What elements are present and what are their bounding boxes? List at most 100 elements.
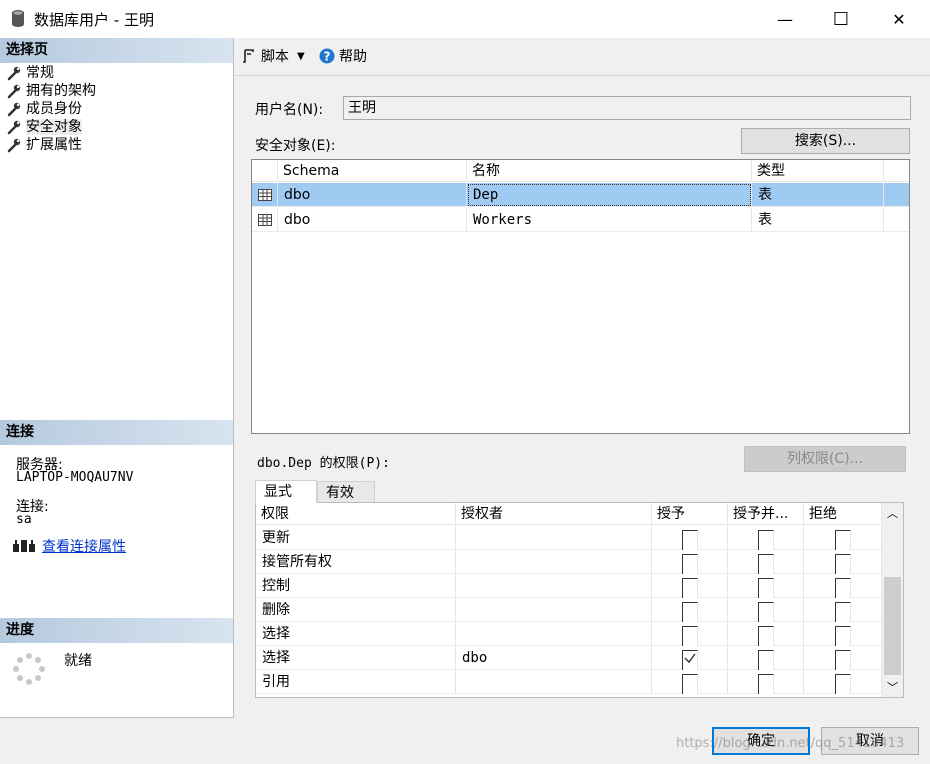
deny-checkbox[interactable] bbox=[834, 530, 851, 550]
chevron-down-icon: ▼ bbox=[297, 50, 305, 62]
page-item-general[interactable]: 常规 bbox=[6, 64, 54, 82]
with-grant-checkbox[interactable] bbox=[757, 530, 774, 550]
grant-checkbox[interactable] bbox=[681, 554, 698, 574]
server-value: LAPTOP-MOQAU7NV bbox=[16, 470, 134, 485]
page-item-label: 拥有的架构 bbox=[26, 83, 96, 99]
permissions-label: dbo.Dep 的权限(P): bbox=[257, 452, 390, 471]
script-button[interactable]: 脚本 ▼ bbox=[241, 46, 305, 66]
permission-row[interactable]: 接管所有权 bbox=[256, 550, 882, 574]
scroll-down-icon[interactable]: ﹀ bbox=[887, 679, 898, 695]
page-item-label: 安全对象 bbox=[26, 119, 82, 135]
cancel-button[interactable]: 取消 bbox=[821, 727, 919, 755]
minimize-button[interactable]: — bbox=[756, 0, 814, 38]
minimize-icon: — bbox=[777, 9, 793, 29]
cell-grant-checkbox bbox=[652, 550, 728, 574]
cell-deny-checkbox bbox=[804, 622, 882, 646]
cell-grantor bbox=[456, 622, 652, 646]
cell-grant-checkbox bbox=[652, 574, 728, 598]
permissions-header: 权限 授权者 授予 授予并... 拒绝 bbox=[256, 503, 882, 525]
search-button[interactable]: 搜索(S)... bbox=[741, 128, 910, 154]
vertical-scrollbar[interactable]: ︿ ﹀ bbox=[882, 503, 903, 697]
wrench-icon bbox=[7, 66, 21, 81]
script-icon bbox=[243, 49, 254, 63]
wrench-icon bbox=[7, 102, 21, 117]
page-item-owned-schemas[interactable]: 拥有的架构 bbox=[6, 82, 96, 100]
grant-checkbox[interactable] bbox=[681, 650, 698, 670]
securables-grid: Schema 名称 类型 dbo Dep 表 dbo Workers 表 bbox=[251, 159, 910, 434]
permission-row[interactable]: 引用 bbox=[256, 670, 882, 694]
view-connection-properties-link[interactable]: 查看连接属性 bbox=[42, 536, 126, 556]
page-item-label: 成员身份 bbox=[26, 101, 82, 117]
column-header-grant[interactable]: 授予 bbox=[652, 503, 728, 525]
window-title: 数据库用户 - 王明 bbox=[34, 11, 154, 29]
cell-with-grant-checkbox bbox=[728, 646, 804, 670]
cell-type: 表 bbox=[752, 208, 884, 232]
database-icon bbox=[12, 10, 24, 27]
deny-checkbox[interactable] bbox=[834, 650, 851, 670]
scrollbar-thumb[interactable] bbox=[884, 577, 901, 675]
cell-deny-checkbox bbox=[804, 526, 882, 550]
permission-row[interactable]: 删除 bbox=[256, 598, 882, 622]
column-header-permission[interactable]: 权限 bbox=[256, 503, 456, 525]
grant-checkbox[interactable] bbox=[681, 626, 698, 646]
table-row[interactable]: dbo Workers 表 bbox=[252, 208, 909, 232]
deny-checkbox[interactable] bbox=[834, 554, 851, 574]
with-grant-checkbox[interactable] bbox=[757, 602, 774, 622]
cell-permission: 引用 bbox=[256, 670, 456, 694]
permission-row[interactable]: 选择 dbo bbox=[256, 646, 882, 670]
grant-checkbox[interactable] bbox=[681, 530, 698, 550]
table-row[interactable]: dbo Dep 表 bbox=[252, 183, 909, 207]
header-spacer bbox=[252, 160, 278, 182]
with-grant-checkbox[interactable] bbox=[757, 650, 774, 670]
cell-grant-checkbox bbox=[652, 622, 728, 646]
checkmark-icon bbox=[684, 653, 696, 664]
cell-permission: 选择 bbox=[256, 646, 456, 670]
permissions-label-text: dbo.Dep 的权限(P): bbox=[257, 456, 390, 471]
table-icon bbox=[252, 208, 278, 232]
tab-explicit[interactable]: 显式 bbox=[255, 480, 317, 503]
with-grant-checkbox[interactable] bbox=[757, 578, 774, 598]
column-header-schema[interactable]: Schema bbox=[278, 160, 467, 182]
cell-deny-checkbox bbox=[804, 670, 882, 694]
with-grant-checkbox[interactable] bbox=[757, 554, 774, 574]
deny-checkbox[interactable] bbox=[834, 602, 851, 622]
deny-checkbox[interactable] bbox=[834, 674, 851, 694]
ok-button[interactable]: 确定 bbox=[712, 727, 810, 755]
column-header-type[interactable]: 类型 bbox=[752, 160, 884, 182]
cell-with-grant-checkbox bbox=[728, 526, 804, 550]
help-icon: ? bbox=[319, 48, 335, 64]
column-header-grantor[interactable]: 授权者 bbox=[456, 503, 652, 525]
column-header-name[interactable]: 名称 bbox=[467, 160, 752, 182]
column-header-with-grant[interactable]: 授予并... bbox=[728, 503, 804, 525]
column-permissions-button[interactable]: 列权限(C)... bbox=[744, 446, 906, 472]
grant-checkbox[interactable] bbox=[681, 578, 698, 598]
permission-row[interactable]: 选择 bbox=[256, 622, 882, 646]
grant-checkbox[interactable] bbox=[681, 674, 698, 694]
script-label: 脚本 bbox=[261, 49, 289, 65]
title-bar: 数据库用户 - 王明 — ☐ ✕ bbox=[0, 0, 930, 38]
scroll-up-icon[interactable]: ︿ bbox=[887, 505, 898, 521]
wrench-icon bbox=[7, 120, 21, 135]
cell-grantor: dbo bbox=[456, 646, 652, 670]
permission-row[interactable]: 更新 bbox=[256, 526, 882, 550]
deny-checkbox[interactable] bbox=[834, 626, 851, 646]
column-header-deny[interactable]: 拒绝 bbox=[804, 503, 882, 525]
close-button[interactable]: ✕ bbox=[870, 0, 928, 38]
grant-checkbox[interactable] bbox=[681, 602, 698, 622]
wrench-icon bbox=[7, 138, 21, 153]
with-grant-checkbox[interactable] bbox=[757, 626, 774, 646]
securables-label: 安全对象(E): bbox=[255, 138, 336, 154]
tab-effective[interactable]: 有效 bbox=[317, 481, 375, 503]
permissions-grid: 权限 授权者 授予 授予并... 拒绝 更新 接管所有权 控制 删除 选择 选择 dbo 引用… bbox=[255, 502, 904, 698]
page-item-extended-properties[interactable]: 扩展属性 bbox=[6, 136, 82, 154]
cell-deny-checkbox bbox=[804, 574, 882, 598]
permission-row[interactable]: 控制 bbox=[256, 574, 882, 598]
cell-grantor bbox=[456, 574, 652, 598]
page-item-membership[interactable]: 成员身份 bbox=[6, 100, 82, 118]
maximize-button[interactable]: ☐ bbox=[812, 0, 870, 38]
page-item-securables[interactable]: 安全对象 bbox=[6, 118, 82, 136]
help-button[interactable]: ? 帮助 bbox=[319, 46, 367, 66]
close-icon: ✕ bbox=[892, 9, 906, 29]
deny-checkbox[interactable] bbox=[834, 578, 851, 598]
with-grant-checkbox[interactable] bbox=[757, 674, 774, 694]
